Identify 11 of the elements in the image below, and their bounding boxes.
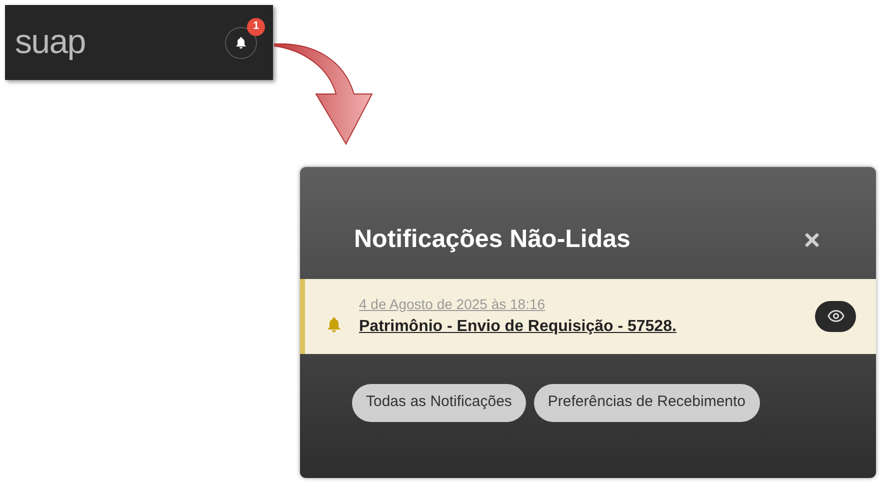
notification-row[interactable]: 4 de Agosto de 2025 às 18:16 Patrimônio - Envio de Requisição - 57528.: [300, 278, 876, 354]
logo: suap: [15, 22, 86, 63]
bell-icon: [234, 36, 248, 50]
bell-icon: [325, 316, 343, 334]
notification-link[interactable]: Patrimônio - Envio de Requisição - 57528.: [359, 314, 815, 338]
panel-button[interactable]: Todas as Notificações: [352, 384, 526, 422]
eye-icon: [826, 307, 844, 325]
notification-count: 1: [247, 18, 265, 36]
view-button[interactable]: [815, 300, 856, 332]
panel-title: Notificações Não-Lidas: [354, 224, 630, 255]
panel-button[interactable]: Preferências de Recebimento: [534, 384, 760, 422]
